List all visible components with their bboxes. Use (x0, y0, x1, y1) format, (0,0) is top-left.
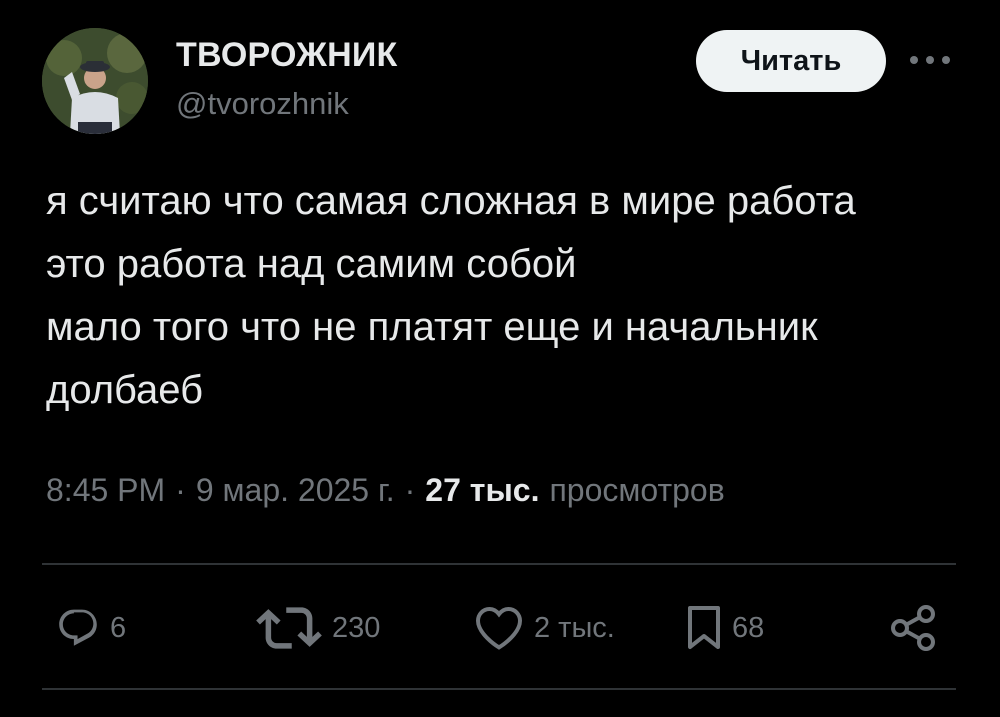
tweet-text-line: это работа над самим собой (46, 242, 577, 286)
avatar-image (42, 28, 148, 134)
meta-separator: · (175, 472, 186, 508)
tweet-meta: 8:45 PM · 9 мар. 2025 г. · 27 тыс. просм… (46, 472, 725, 509)
author-handle[interactable]: @tvorozhnik (176, 86, 349, 122)
retweet-count: 230 (332, 611, 381, 644)
author-display-name[interactable]: ТВОРОЖНИК (176, 36, 397, 75)
more-options-button[interactable] (902, 40, 958, 80)
author-avatar[interactable] (42, 28, 148, 134)
views-count[interactable]: 27 тыс. (425, 472, 539, 509)
divider-bottom (42, 688, 956, 690)
follow-button[interactable]: Читать (696, 30, 886, 92)
reply-button[interactable]: 6 (56, 604, 126, 652)
bookmark-button[interactable]: 68 (686, 604, 764, 652)
like-count: 2 тыс. (534, 611, 615, 644)
reply-count: 6 (110, 611, 127, 644)
share-icon (891, 605, 935, 651)
views-label: просмотров (549, 472, 725, 508)
share-button[interactable] (888, 604, 938, 652)
tweet-text-line: мало того что не платят еще и начальник (46, 305, 818, 349)
more-horizontal-icon (910, 56, 950, 64)
meta-separator: · (404, 472, 416, 508)
reply-icon (59, 609, 97, 646)
tweet-text-line: я считаю что самая сложная в мире работа (46, 179, 856, 223)
retweet-button[interactable]: 230 (256, 604, 380, 652)
bookmark-count: 68 (732, 611, 765, 644)
tweet-text: я считаю что самая сложная в мире работа… (46, 170, 966, 422)
like-button[interactable]: 2 тыс. (474, 604, 615, 652)
heart-icon (475, 606, 523, 650)
tweet-time[interactable]: 8:45 PM (46, 472, 165, 509)
tweet-text-line: долбаеб (46, 368, 203, 412)
bookmark-icon (688, 606, 720, 649)
retweet-icon (256, 607, 322, 649)
divider-top (42, 563, 956, 565)
tweet-card: ТВОРОЖНИК @tvorozhnik Читать я считаю чт… (0, 0, 1000, 717)
tweet-date[interactable]: 9 мар. 2025 г. (196, 472, 395, 509)
